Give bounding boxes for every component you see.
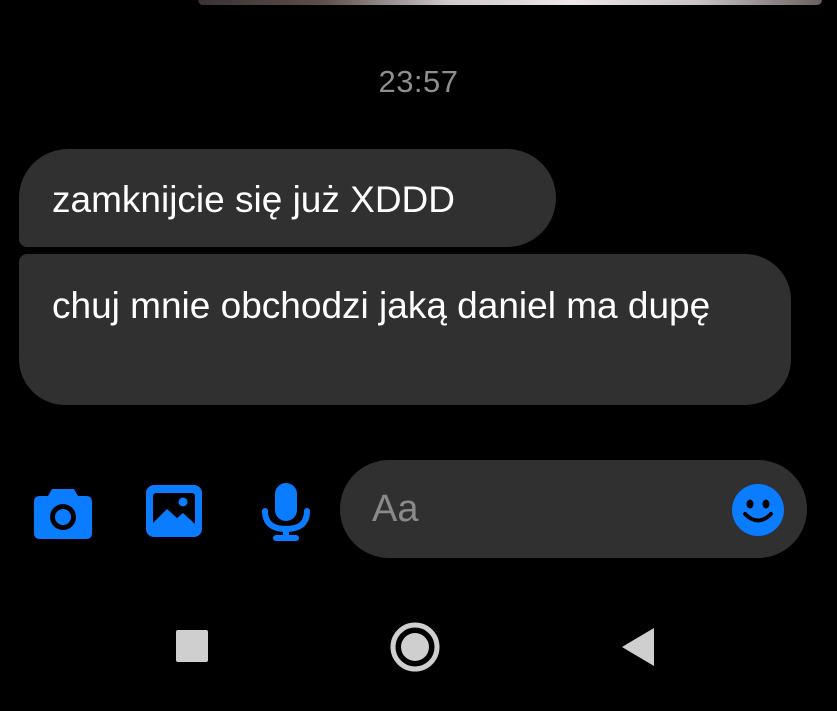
recent-apps-button[interactable]	[163, 622, 219, 672]
back-icon	[622, 628, 654, 666]
back-button[interactable]	[614, 622, 670, 672]
camera-icon	[34, 489, 92, 539]
message-bubble[interactable]: chuj mnie obchodzi jaką daniel ma dupę	[19, 254, 791, 405]
microphone-icon	[262, 483, 310, 541]
voice-message-button[interactable]	[255, 483, 317, 541]
gallery-button[interactable]	[143, 483, 205, 541]
recent-apps-icon	[176, 630, 208, 662]
shared-image-preview[interactable]	[198, 0, 822, 5]
message-text: chuj mnie obchodzi jaką daniel ma dupę	[52, 285, 711, 326]
image-icon	[146, 485, 202, 537]
messenger-chat-screen: 23:57 zamknijcie się już XDDD chuj mnie …	[0, 0, 837, 711]
camera-button[interactable]	[32, 483, 94, 541]
emoji-button[interactable]	[731, 483, 785, 537]
message-input-placeholder: Aa	[372, 488, 419, 530]
message-bubble[interactable]: zamknijcie się już XDDD	[19, 149, 556, 247]
message-timestamp: 23:57	[378, 64, 459, 99]
home-icon	[390, 622, 440, 672]
home-button[interactable]	[387, 622, 443, 672]
message-text: zamknijcie się już XDDD	[52, 179, 455, 220]
emoji-icon	[732, 484, 784, 536]
message-input[interactable]: Aa	[340, 460, 807, 558]
